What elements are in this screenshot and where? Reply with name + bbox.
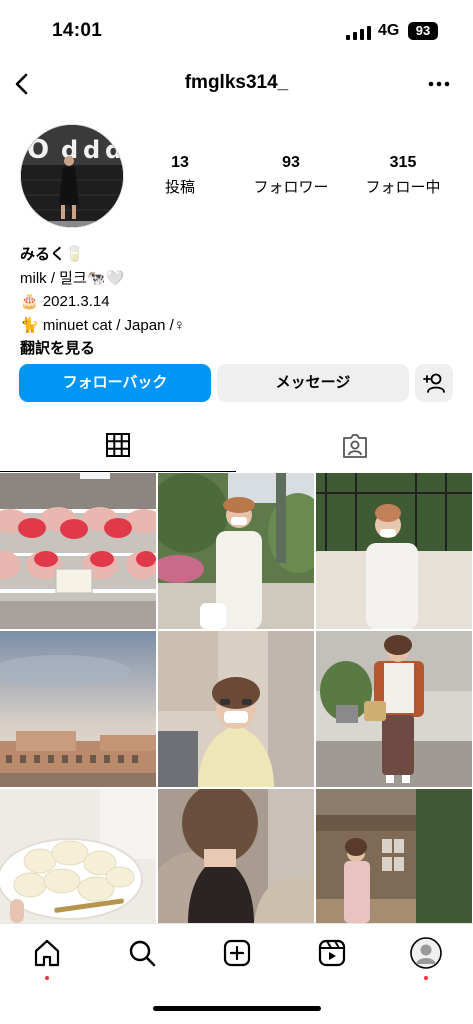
stat-posts-label: 投稿 <box>164 179 195 196</box>
svg-text:O: O <box>27 135 49 165</box>
stat-following-label: フォロー中 <box>365 179 441 196</box>
post-thumbnail[interactable] <box>316 789 472 923</box>
profile-tabs <box>0 420 473 472</box>
home-notification-dot <box>45 976 49 980</box>
see-translation-link[interactable]: 翻訳を見る <box>20 337 460 361</box>
post-thumbnail[interactable] <box>158 473 314 629</box>
profile-header: fmglks314_ <box>0 62 473 106</box>
stat-followers-label: フォロワー <box>253 179 329 196</box>
posts-grid <box>0 473 473 923</box>
stat-posts[interactable]: 13 投稿 <box>150 154 210 197</box>
tab-posts-grid[interactable] <box>0 420 236 472</box>
bio-line-2: 🎂 2021.3.14 <box>20 293 110 310</box>
bio-line-1: milk / 밀크🐄🤍 <box>20 269 125 287</box>
svg-text:d: d <box>83 136 100 164</box>
status-bar: 14:01 4G 93 <box>0 0 473 62</box>
stat-following[interactable]: 315 フォロー中 <box>356 154 450 197</box>
stat-following-count: 315 <box>389 154 417 171</box>
battery-indicator: 93 <box>408 22 438 40</box>
post-thumbnail[interactable] <box>158 789 314 923</box>
reels-icon[interactable] <box>317 938 347 968</box>
create-icon[interactable] <box>222 938 252 968</box>
network-type: 4G <box>378 22 400 39</box>
post-thumbnail[interactable] <box>316 473 472 629</box>
grid-icon <box>106 433 130 457</box>
follow-back-button[interactable]: フォローバック <box>19 364 211 402</box>
profile-notification-dot <box>424 976 428 980</box>
svg-text:d: d <box>105 136 122 164</box>
stat-followers[interactable]: 93 フォロワー <box>240 154 342 197</box>
bio-display-name: みるく🥛 <box>20 246 84 263</box>
profile-avatar-icon[interactable] <box>410 937 442 969</box>
stat-posts-count: 13 <box>171 154 189 171</box>
add-person-icon <box>423 373 445 393</box>
stat-followers-count: 93 <box>282 154 300 171</box>
bio-line-3: 🐈 minuet cat / Japan /♀ <box>20 316 185 334</box>
suggested-users-button[interactable] <box>415 364 453 402</box>
message-button[interactable]: メッセージ <box>217 364 409 402</box>
profile-avatar[interactable]: O d d d <box>20 124 124 228</box>
more-icon[interactable] <box>424 70 454 98</box>
post-thumbnail[interactable] <box>0 473 156 629</box>
home-icon[interactable] <box>32 938 62 968</box>
profile-username: fmglks314_ <box>184 72 289 93</box>
post-thumbnail[interactable] <box>158 631 314 787</box>
post-thumbnail[interactable] <box>0 631 156 787</box>
tagged-icon <box>343 434 367 458</box>
tab-tagged[interactable] <box>237 420 473 472</box>
profile-bio: みるく🥛 milk / 밀크🐄🤍 🎂 2021.3.14 🐈 minuet ca… <box>20 243 460 361</box>
status-time: 14:01 <box>52 20 103 41</box>
signal-icon <box>346 26 371 40</box>
post-thumbnail[interactable] <box>316 631 472 787</box>
home-indicator <box>153 1006 321 1011</box>
post-thumbnail[interactable] <box>0 789 156 923</box>
search-icon[interactable] <box>127 938 157 968</box>
